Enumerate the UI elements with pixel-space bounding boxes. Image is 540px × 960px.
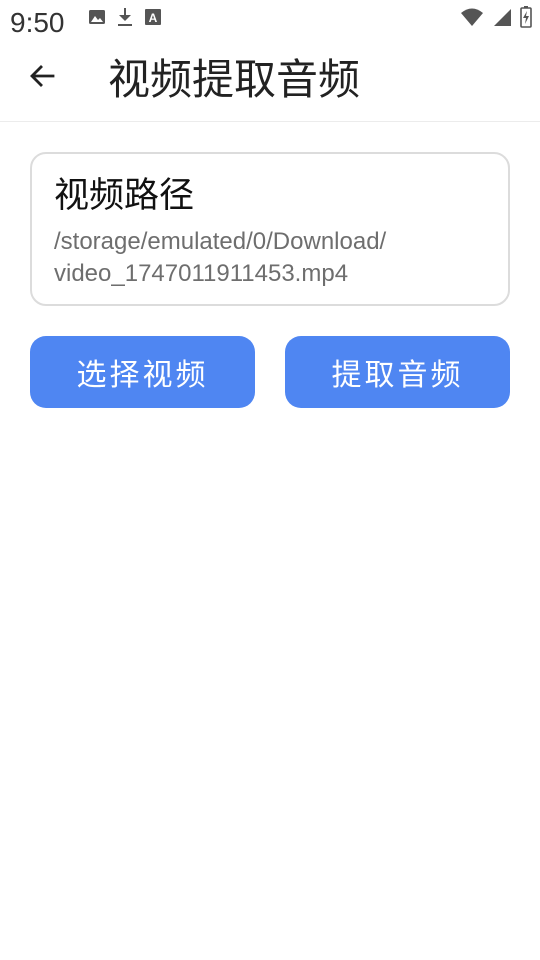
battery-icon: [520, 6, 532, 32]
status-bar: 9:50 A: [0, 0, 540, 44]
wifi-icon: [460, 7, 484, 31]
video-path-value: /storage/emulated/0/Download/ video_1747…: [54, 228, 387, 287]
video-path-label: 视频路径: [54, 176, 195, 216]
signal-icon: [492, 7, 512, 31]
back-button[interactable]: [18, 54, 66, 102]
notification-icons: A: [88, 8, 162, 30]
image-icon: [88, 8, 106, 30]
arrow-left-icon: [27, 61, 57, 95]
app-toolbar: 视频提取音频: [0, 44, 540, 122]
select-video-button[interactable]: 选择视频: [30, 336, 255, 408]
download-icon: [116, 7, 134, 31]
status-time: 9:50: [10, 7, 65, 38]
video-path-card: 视频路径 /storage/emulated/0/Download/ video…: [30, 152, 510, 306]
font-icon: A: [144, 8, 162, 30]
system-icons: [460, 6, 532, 32]
svg-text:A: A: [149, 11, 158, 25]
page-title: 视频提取音频: [108, 55, 361, 104]
extract-audio-button[interactable]: 提取音频: [285, 336, 510, 408]
